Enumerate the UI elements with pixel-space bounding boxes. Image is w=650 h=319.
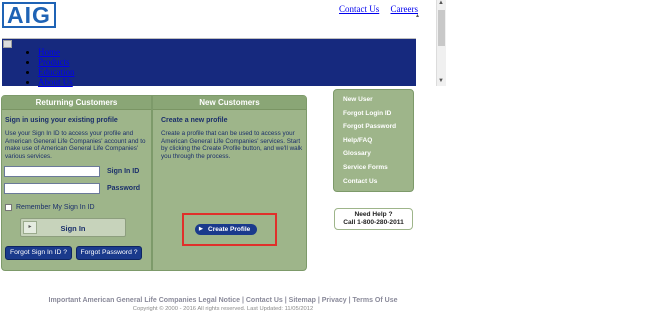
scroll-down-icon[interactable]: ▼ bbox=[438, 78, 444, 84]
frame-scrollbar[interactable]: ▲ ▼ bbox=[436, 0, 446, 86]
sign-in-button[interactable]: ▸ Sign In bbox=[20, 218, 126, 237]
side-link-forgot-password[interactable]: Forgot Password bbox=[334, 120, 413, 134]
sign-in-button-label: Sign In bbox=[60, 224, 86, 233]
nav-item-about-us[interactable]: About Us bbox=[38, 77, 73, 87]
remember-label: Remember My Sign In ID bbox=[16, 204, 95, 211]
careers-link[interactable]: Careers bbox=[391, 4, 418, 14]
top-links: Contact Us Careers bbox=[339, 4, 427, 14]
side-link-service-forms[interactable]: Service Forms bbox=[334, 161, 413, 175]
nav-bar: Home Products Education About Us bbox=[2, 38, 416, 87]
need-help-box: Need Help ? Call 1-800-280-2011 bbox=[334, 208, 413, 230]
new-description: Create a profile that can be used to acc… bbox=[161, 130, 303, 160]
help-phone: Call 1-800-280-2011 bbox=[343, 219, 404, 226]
password-input[interactable] bbox=[4, 183, 100, 194]
signin-id-input[interactable] bbox=[4, 166, 100, 177]
forgot-password-button[interactable]: Forgot Password ? bbox=[76, 246, 142, 260]
side-link-new-user[interactable]: New User bbox=[334, 93, 413, 107]
side-link-contact-us[interactable]: Contact Us bbox=[334, 175, 413, 189]
create-profile-button[interactable]: ▶ Create Profile bbox=[195, 224, 257, 235]
aig-logo[interactable]: AIG bbox=[2, 2, 56, 28]
side-link-glossary[interactable]: Glossary bbox=[334, 147, 413, 161]
nav-item-home[interactable]: Home bbox=[38, 47, 60, 57]
contact-us-link[interactable]: Contact Us bbox=[339, 4, 379, 14]
side-link-forgot-login-id[interactable]: Forgot Login ID bbox=[334, 107, 413, 121]
scroll-up-icon[interactable]: ▲ bbox=[438, 0, 444, 6]
scroll-caret-icon: ▴ bbox=[416, 13, 420, 19]
nav-list: Home Products Education About Us bbox=[26, 47, 75, 87]
new-customers-title: New Customers bbox=[153, 96, 306, 110]
side-link-help-faq[interactable]: Help/FAQ bbox=[334, 134, 413, 148]
play-icon: ▶ bbox=[199, 226, 203, 232]
need-help-title: Need Help ? bbox=[354, 211, 393, 218]
returning-description: Use your Sign In ID to access your profi… bbox=[5, 130, 146, 160]
signin-id-label: Sign In ID bbox=[107, 168, 140, 175]
footer-links[interactable]: Important American General Life Companie… bbox=[0, 297, 446, 304]
returning-subtitle: Sign in using your existing profile bbox=[5, 117, 118, 124]
new-subtitle: Create a new profile bbox=[161, 117, 228, 124]
forgot-sign-in-id-button[interactable]: Forgot Sign In ID ? bbox=[5, 246, 72, 260]
returning-customers-title: Returning Customers bbox=[2, 96, 151, 110]
side-links-panel: New User Forgot Login ID Forgot Password… bbox=[333, 89, 414, 192]
nav-item-products[interactable]: Products bbox=[38, 57, 70, 67]
nav-item-education[interactable]: Education bbox=[38, 67, 75, 77]
scrollbar-thumb[interactable] bbox=[438, 10, 445, 46]
password-label: Password bbox=[107, 185, 141, 192]
broken-image-icon bbox=[3, 40, 12, 48]
remember-checkbox[interactable] bbox=[5, 204, 12, 211]
footer-copyright: Copyright © 2000 - 2016 All rights reser… bbox=[132, 306, 314, 312]
create-profile-label: Create Profile bbox=[208, 226, 251, 233]
